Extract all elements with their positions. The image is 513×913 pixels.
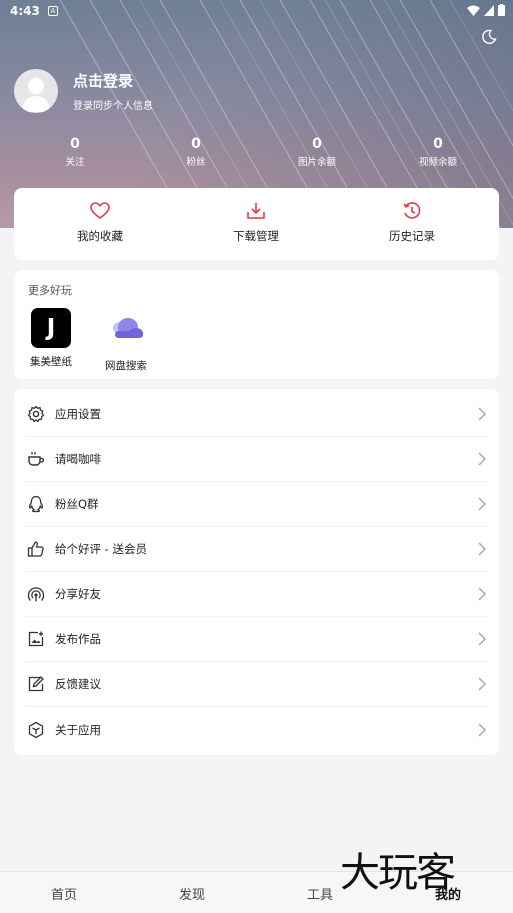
menu-label: 分享好友: [55, 587, 101, 601]
app-label: 集美壁纸: [30, 356, 72, 368]
gear-icon: [26, 404, 46, 424]
history-button[interactable]: 历史记录: [352, 202, 472, 244]
app-jimei-wallpaper[interactable]: J 集美壁纸: [21, 308, 81, 369]
quick-label: 下载管理: [233, 229, 279, 243]
chevron-right-icon: [478, 587, 487, 601]
quick-label: 历史记录: [389, 229, 435, 243]
menu-item-buy-coffee[interactable]: 请喝咖啡: [26, 437, 487, 482]
app-cloud-search[interactable]: 网盘搜索: [96, 308, 156, 373]
stat-value: 0: [191, 136, 201, 152]
chevron-right-icon: [478, 542, 487, 556]
stat-label: 粉丝: [186, 157, 206, 168]
quick-label: 我的收藏: [77, 229, 123, 243]
chevron-right-icon: [478, 677, 487, 691]
signal-icon: [484, 4, 494, 16]
menu-label: 反馈建议: [55, 677, 101, 691]
cloud-icon: [113, 318, 143, 338]
menu-label: 给个好评 - 送会员: [55, 542, 147, 556]
status-bar: 4:43 A: [0, 0, 513, 22]
history-icon: [403, 202, 421, 219]
publish-image-icon: [26, 629, 46, 649]
section-title: 更多好玩: [28, 284, 72, 297]
share-signal-icon: [26, 584, 46, 604]
stat-label: 视频余额: [418, 157, 457, 168]
avatar-head: [28, 78, 44, 94]
menu-label: 请喝咖啡: [55, 452, 101, 466]
tab-home[interactable]: 首页: [24, 884, 104, 903]
stat-value: 0: [70, 136, 80, 152]
more-fun-card: 更多好玩 J 集美壁纸 网盘搜索: [14, 270, 499, 379]
battery-icon: [498, 4, 505, 16]
chevron-right-icon: [478, 452, 487, 466]
stat-fans[interactable]: 0 粉丝: [151, 136, 241, 168]
login-subtitle: 登录同步个人信息: [73, 101, 153, 112]
wifi-icon: [467, 5, 480, 16]
stat-video-balance[interactable]: 0 视频余额: [393, 136, 483, 168]
menu-item-about[interactable]: 关于应用: [26, 707, 487, 752]
jimei-app-icon: J: [31, 308, 71, 348]
menu-item-fan-group[interactable]: 粉丝Q群: [26, 482, 487, 527]
chevron-right-icon: [478, 497, 487, 511]
menu-item-rate-app[interactable]: 给个好评 - 送会员: [26, 527, 487, 572]
quick-actions-card: 我的收藏 下载管理 历史记录: [14, 188, 499, 260]
chevron-right-icon: [478, 722, 487, 737]
stat-value: 0: [312, 136, 322, 152]
night-mode-moon-icon[interactable]: [481, 29, 497, 45]
login-area[interactable]: 点击登录 登录同步个人信息: [14, 69, 153, 113]
heart-icon: [90, 202, 110, 219]
stat-value: 0: [433, 136, 443, 152]
feedback-edit-icon: [26, 674, 46, 694]
download-manager-button[interactable]: 下载管理: [196, 202, 316, 244]
stat-following[interactable]: 0 关注: [30, 136, 120, 168]
app-label: 网盘搜索: [105, 360, 147, 372]
settings-menu-card: 应用设置 请喝咖啡 粉丝Q群 给个好评 - 送会员 分享好友 发布作品 反馈建议…: [14, 389, 499, 755]
menu-label: 关于应用: [55, 722, 101, 737]
download-icon: [247, 203, 265, 219]
login-text[interactable]: 点击登录 登录同步个人信息: [73, 70, 153, 112]
menu-item-publish-work[interactable]: 发布作品: [26, 617, 487, 662]
menu-label: 应用设置: [55, 407, 101, 421]
menu-item-feedback[interactable]: 反馈建议: [26, 662, 487, 707]
chevron-right-icon: [478, 632, 487, 646]
chevron-right-icon: [478, 407, 487, 421]
avatar-body: [22, 96, 50, 112]
status-icons: [467, 4, 505, 16]
hexagon-info-icon: [26, 720, 46, 740]
avatar[interactable]: [14, 69, 58, 113]
stat-image-balance[interactable]: 0 图片余额: [272, 136, 362, 168]
notification-badge: A: [47, 6, 58, 16]
menu-label: 粉丝Q群: [55, 497, 99, 511]
favorites-button[interactable]: 我的收藏: [40, 202, 160, 244]
menu-label: 发布作品: [55, 632, 101, 646]
tab-discover[interactable]: 发现: [152, 884, 232, 903]
coffee-icon: [26, 449, 46, 469]
stat-label: 图片余额: [297, 157, 336, 168]
watermark: 大玩客: [340, 850, 456, 896]
login-title[interactable]: 点击登录: [73, 70, 153, 91]
status-time: 4:43: [10, 4, 40, 18]
menu-item-share-friends[interactable]: 分享好友: [26, 572, 487, 617]
qq-icon: [26, 494, 46, 514]
stat-label: 关注: [65, 157, 85, 168]
thumbs-up-icon: [26, 539, 46, 559]
menu-item-app-settings[interactable]: 应用设置: [26, 392, 487, 437]
